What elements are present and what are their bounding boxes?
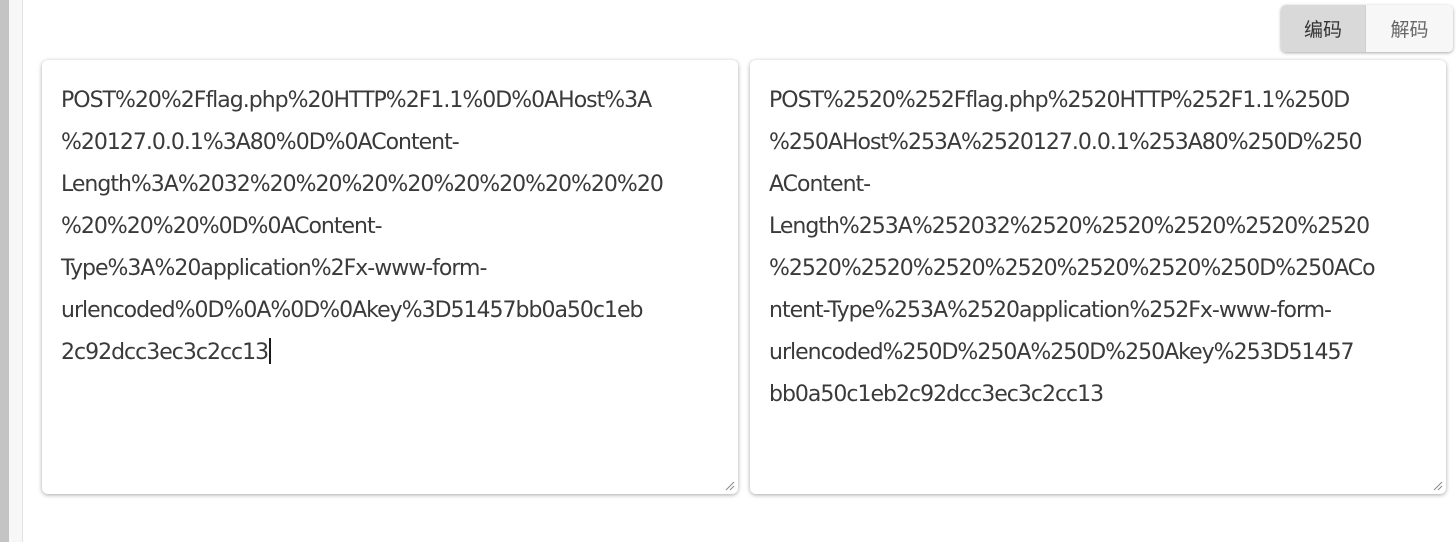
input-line: %20127.0.0.1%3A80%0D%0AContent- [61,130,460,155]
output-line: POST%2520%252Fflag.php%2520HTTP%252F1.1%… [769,88,1350,113]
encode-button[interactable]: 编码 [1281,5,1365,52]
output-line: AContent- [769,172,871,197]
output-line: %250AHost%253A%2520127.0.0.1%253A80%250D… [769,130,1363,155]
input-line: Type%3A%20application%2Fx-www-form- [61,256,487,281]
mode-toggle-group: 编码 解码 [1281,5,1453,52]
resize-grip-icon[interactable] [1431,479,1443,491]
input-line: 2c92dcc3ec3c2cc13 [61,340,269,365]
input-text: POST%20%2Fflag.php%20HTTP%2F1.1%0D%0AHos… [42,60,738,374]
left-scrollbar[interactable] [0,0,9,542]
output-textarea[interactable]: POST%2520%252Fflag.php%2520HTTP%252F1.1%… [750,60,1446,494]
output-line: urlencoded%250D%250A%250D%250Akey%253D51… [769,340,1354,365]
output-line: bb0a50c1eb2c92dcc3ec3c2cc13 [769,382,1104,407]
resize-grip-icon[interactable] [723,479,735,491]
text-caret [269,338,271,364]
left-gutter [9,0,23,542]
decode-button[interactable]: 解码 [1365,5,1453,52]
input-line: Length%3A%2032%20%20%20%20%20%20%20%20%2… [61,172,664,197]
output-line: ntent-Type%253A%2520application%252Fx-ww… [769,298,1332,323]
output-line: Length%253A%252032%2520%2520%2520%2520%2… [769,214,1370,239]
input-line: POST%20%2Fflag.php%20HTTP%2F1.1%0D%0AHos… [61,88,652,113]
input-line: urlencoded%0D%0A%0D%0Akey%3D51457bb0a50c… [61,298,644,323]
input-textarea[interactable]: POST%20%2Fflag.php%20HTTP%2F1.1%0D%0AHos… [42,60,738,494]
output-line: %2520%2520%2520%2520%2520%2520%250D%250A… [769,256,1376,281]
input-line: %20%20%20%0D%0AContent- [61,214,383,239]
output-text: POST%2520%252Fflag.php%2520HTTP%252F1.1%… [750,60,1446,416]
